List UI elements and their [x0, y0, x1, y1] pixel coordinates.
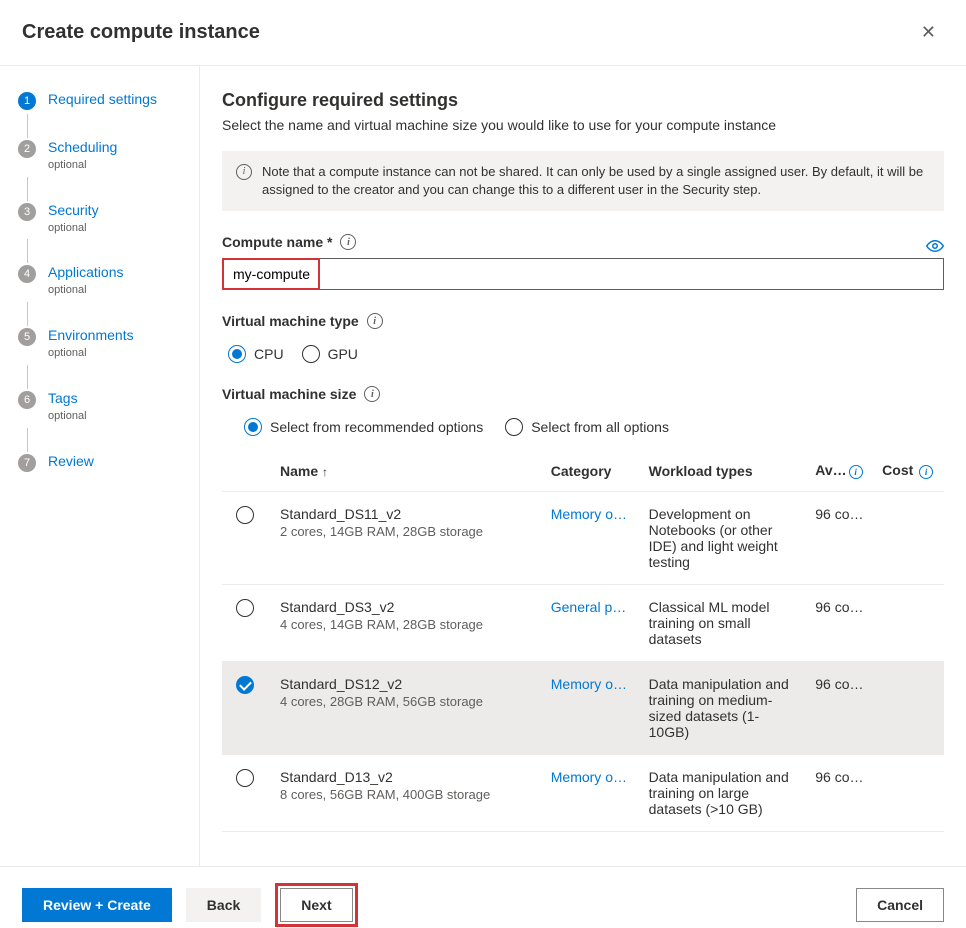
vm-name: Standard_DS11_v2: [280, 506, 535, 522]
wizard-sidebar: 1 Required settings 2 Scheduling optiona…: [0, 66, 200, 866]
review-create-button[interactable]: Review + Create: [22, 888, 172, 922]
sidebar-item-applications[interactable]: 4 Applications optional: [18, 263, 199, 298]
sidebar-item-scheduling[interactable]: 2 Scheduling optional: [18, 138, 199, 173]
sidebar-item-label: Review: [48, 452, 94, 472]
vm-spec: 8 cores, 56GB RAM, 400GB storage: [280, 787, 535, 802]
vm-name: Standard_DS3_v2: [280, 599, 535, 615]
availability-text: 96 co…: [815, 506, 866, 522]
table-row[interactable]: Standard_DS11_v2 2 cores, 14GB RAM, 28GB …: [222, 492, 944, 585]
vm-spec: 4 cores, 28GB RAM, 56GB storage: [280, 694, 535, 709]
dialog-title: Create compute instance: [22, 21, 260, 44]
sidebar-item-label: Tags optional: [48, 389, 87, 424]
availability-text: 96 co…: [815, 676, 866, 692]
info-text: Note that a compute instance can not be …: [262, 163, 930, 199]
category-link[interactable]: Memory o…: [551, 506, 633, 522]
col-workload[interactable]: Workload types: [641, 452, 808, 491]
compute-name-input[interactable]: [222, 258, 944, 290]
vm-name: Standard_D13_v2: [280, 769, 535, 785]
availability-text: 96 co…: [815, 599, 866, 615]
col-cost[interactable]: Cost i: [874, 452, 944, 491]
info-icon[interactable]: i: [364, 386, 380, 402]
step-number-icon: 1: [18, 92, 36, 110]
workload-text: Development on Notebooks (or other IDE) …: [641, 492, 808, 585]
sidebar-item-environments[interactable]: 5 Environments optional: [18, 326, 199, 361]
workload-text: Data manipulation and training on large …: [641, 755, 808, 832]
row-select-radio[interactable]: [236, 599, 254, 617]
next-button[interactable]: Next: [280, 888, 352, 922]
sort-asc-icon: ↑: [322, 465, 328, 479]
table-row[interactable]: Standard_D13_v2 8 cores, 56GB RAM, 400GB …: [222, 755, 944, 832]
category-link[interactable]: Memory o…: [551, 676, 633, 692]
sidebar-item-label: Required settings: [48, 90, 157, 110]
category-link[interactable]: General p…: [551, 599, 633, 615]
compute-name-label: Compute name *: [222, 234, 332, 250]
table-row[interactable]: Standard_DS12_v2 4 cores, 28GB RAM, 56GB …: [222, 662, 944, 755]
annotation-highlight: Next: [275, 883, 357, 927]
info-icon[interactable]: i: [340, 234, 356, 250]
info-icon[interactable]: i: [849, 465, 863, 479]
info-icon[interactable]: i: [367, 313, 383, 329]
col-category[interactable]: Category: [543, 452, 641, 491]
section-subtitle: Select the name and virtual machine size…: [222, 117, 944, 133]
step-number-icon: 2: [18, 140, 36, 158]
step-number-icon: 4: [18, 265, 36, 283]
vm-name: Standard_DS12_v2: [280, 676, 535, 692]
vm-type-cpu-radio[interactable]: CPU: [228, 345, 284, 363]
row-select-radio[interactable]: [236, 676, 254, 694]
step-number-icon: 6: [18, 391, 36, 409]
sidebar-item-review[interactable]: 7 Review: [18, 452, 199, 472]
sidebar-item-label: Security optional: [48, 201, 99, 236]
vm-spec: 4 cores, 14GB RAM, 28GB storage: [280, 617, 535, 632]
vm-type-gpu-radio[interactable]: GPU: [302, 345, 358, 363]
info-icon[interactable]: i: [919, 465, 933, 479]
cancel-button[interactable]: Cancel: [856, 888, 944, 922]
vm-spec: 2 cores, 14GB RAM, 28GB storage: [280, 524, 535, 539]
sidebar-item-security[interactable]: 3 Security optional: [18, 201, 199, 236]
close-icon[interactable]: ✕: [913, 18, 944, 47]
step-number-icon: 7: [18, 454, 36, 472]
sidebar-item-required-settings[interactable]: 1 Required settings: [18, 90, 199, 110]
sidebar-item-tags[interactable]: 6 Tags optional: [18, 389, 199, 424]
step-number-icon: 5: [18, 328, 36, 346]
info-banner: i Note that a compute instance can not b…: [222, 151, 944, 211]
col-name[interactable]: Name ↑: [272, 452, 543, 491]
vm-size-table: Name ↑ Category Workload types Av…i Cost…: [222, 452, 944, 832]
category-link[interactable]: Memory o…: [551, 769, 633, 785]
row-select-radio[interactable]: [236, 769, 254, 787]
info-icon: i: [236, 164, 252, 180]
step-number-icon: 3: [18, 203, 36, 221]
sidebar-item-label: Scheduling optional: [48, 138, 117, 173]
section-heading: Configure required settings: [222, 90, 944, 111]
vm-size-all-radio[interactable]: Select from all options: [505, 418, 669, 436]
table-row[interactable]: Standard_DS3_v2 4 cores, 14GB RAM, 28GB s…: [222, 585, 944, 662]
col-availability[interactable]: Av…i: [807, 452, 874, 491]
vm-size-recommended-radio[interactable]: Select from recommended options: [244, 418, 483, 436]
row-select-radio[interactable]: [236, 506, 254, 524]
sidebar-item-label: Applications optional: [48, 263, 124, 298]
vm-size-label: Virtual machine size: [222, 386, 356, 402]
availability-text: 96 co…: [815, 769, 866, 785]
workload-text: Classical ML model training on small dat…: [641, 585, 808, 662]
vm-type-label: Virtual machine type: [222, 313, 359, 329]
back-button[interactable]: Back: [186, 888, 261, 922]
sidebar-item-label: Environments optional: [48, 326, 134, 361]
preview-icon[interactable]: [926, 237, 944, 255]
workload-text: Data manipulation and training on medium…: [641, 662, 808, 755]
